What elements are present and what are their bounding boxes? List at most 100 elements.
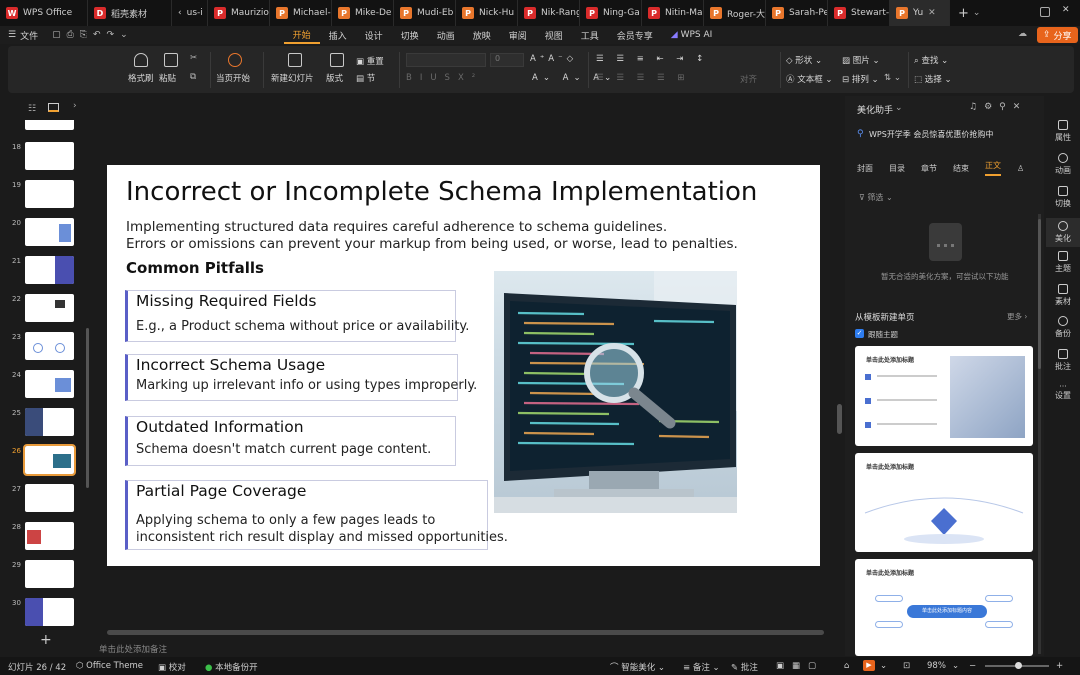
tab-doc[interactable]: P Mudi-Eb (394, 0, 456, 26)
font-name-select[interactable] (406, 53, 486, 67)
tab-doc[interactable]: P Stewart- (828, 0, 890, 26)
copy-icon[interactable]: ⧉ (190, 72, 196, 82)
slide-thumbnail-partial[interactable] (25, 120, 74, 130)
slide-thumbnail[interactable]: 21 (0, 256, 92, 288)
tab-doc[interactable]: P Maurizio (208, 0, 270, 26)
tab-doc[interactable]: ‹ us-i (172, 0, 208, 26)
slide-canvas[interactable]: Incorrect or Incomplete Schema Implement… (107, 165, 820, 566)
panel-title[interactable]: 美化助手 (857, 103, 893, 116)
font-size-adjust-icons[interactable]: A⁺A⁻◇ (530, 54, 577, 64)
tab-doc[interactable]: P Michael- (270, 0, 332, 26)
find-button[interactable]: ⌕ 查找 ⌄ (914, 54, 948, 66)
horizontal-scrollbar[interactable] (107, 630, 824, 635)
promo-text[interactable]: WPS开学季 会员惊喜优惠价抢购中 (869, 129, 993, 140)
person-icon[interactable]: ♙ (1017, 164, 1024, 173)
menu-file[interactable]: 文件 (20, 29, 38, 42)
menu-tab-animation[interactable]: 动画 (428, 29, 464, 42)
slide-thumbnail-selected[interactable]: 26 (0, 444, 92, 478)
template-card[interactable]: 单击此处添加标题 (855, 453, 1033, 552)
window-restore-icon[interactable] (1040, 7, 1050, 17)
slide-intro-line-2[interactable]: Errors or omissions can prevent your mar… (126, 236, 738, 252)
add-slide-icon[interactable]: + (40, 632, 52, 648)
filter-button[interactable]: ⊽ 筛选 ⌄ (859, 192, 893, 203)
chevron-down-icon[interactable]: ⌄ (895, 103, 903, 113)
notes-button[interactable]: ≡ 备注 ⌄ (683, 661, 720, 673)
close-icon[interactable]: ✕ (928, 8, 936, 18)
sidebar-item-animation[interactable]: 动画 (1046, 153, 1080, 176)
cloud-sync-icon[interactable]: ☁ (1018, 29, 1027, 39)
slide-title[interactable]: Incorrect or Incomplete Schema Implement… (126, 177, 757, 207)
share-button[interactable]: ⇪ 分享 (1037, 27, 1078, 43)
quick-access-icons[interactable]: ▢⎙⎘↶↷⌄ (52, 30, 134, 40)
template-card[interactable]: 单击此处添加标题 (855, 346, 1033, 446)
present-icon[interactable]: ⌂ (844, 661, 849, 671)
paragraph-icons[interactable]: ☰ ☰ ≡ ⇤ ⇥ ↕ (596, 54, 708, 64)
window-close-icon[interactable]: ✕ (1062, 5, 1070, 15)
menu-tab-tools[interactable]: 工具 (572, 29, 608, 42)
sidebar-item-beautify[interactable]: 美化 (1046, 218, 1080, 247)
theme-indicator[interactable]: ⬡ Office Theme (76, 661, 143, 671)
local-backup-status[interactable]: ● 本地备份开 (205, 661, 258, 673)
slide-thumbnail[interactable]: 28 (0, 522, 92, 554)
zoom-slider-handle[interactable] (1015, 662, 1022, 669)
shape-button[interactable]: ◇ 形状 ⌄ (786, 54, 822, 66)
sidebar-item-backup[interactable]: 备份 (1046, 316, 1080, 339)
tab-doc[interactable]: P Roger-大 (704, 0, 766, 26)
sidebar-item-theme[interactable]: 主题 (1046, 251, 1080, 274)
wps-ai-button[interactable]: ◢ WPS AI (662, 30, 722, 40)
slide-view-icon[interactable] (48, 103, 59, 112)
text-direction-icon[interactable]: ⇅ ⌄ (884, 73, 901, 83)
cut-icon[interactable]: ✂ (190, 53, 197, 63)
chevron-left-icon[interactable]: ‹ (178, 8, 182, 18)
fit-window-icon[interactable]: ⊡ (903, 661, 910, 671)
pitfall-card[interactable]: Partial Page Coverage Applying schema to… (125, 480, 508, 550)
sidebar-item-settings[interactable]: ··· 设置 (1046, 382, 1080, 401)
panel-tab-contents[interactable]: 目录 (889, 163, 905, 174)
menu-tab-member[interactable]: 会员专享 (608, 29, 662, 42)
menu-tab-view[interactable]: 视图 (536, 29, 572, 42)
menu-tab-insert[interactable]: 插入 (320, 29, 356, 42)
chevron-down-icon[interactable]: ⌄ (952, 661, 959, 671)
select-button[interactable]: ⬚ 选择 ⌄ (914, 73, 952, 85)
template-card[interactable]: 单击此处添加标题 单击此处添加标题内容 (855, 559, 1033, 656)
arrange-button[interactable]: ⊟ 排列 ⌄ (842, 73, 879, 85)
panel-tab-body[interactable]: 正文 (985, 160, 1001, 176)
align-button[interactable]: 对齐 (740, 73, 757, 85)
slide-thumbnail[interactable]: 27 (0, 484, 92, 516)
picture-button[interactable]: ▨ 图片 ⌄ (842, 54, 880, 66)
alignment-icons[interactable]: ☰ ☰ ☰ ☰ ⊞ (596, 73, 689, 83)
tab-active-doc[interactable]: P Yu ✕ (890, 0, 950, 26)
layout-button[interactable]: 版式 (326, 72, 343, 84)
tab-doc[interactable]: P Nick-Hu (456, 0, 518, 26)
textbox-button[interactable]: Ⓐ 文本框 ⌄ (786, 73, 833, 85)
follow-theme-checkbox[interactable]: ✓ (855, 329, 864, 338)
slide-thumbnail[interactable]: 23 (0, 332, 92, 364)
slide-thumbnail[interactable]: 29 (0, 560, 92, 592)
outline-view-icon[interactable]: ☷ (28, 104, 36, 114)
hamburger-menu-icon[interactable]: ☰ (8, 30, 16, 40)
zoom-slider[interactable] (985, 662, 1049, 669)
tab-doc[interactable]: P Ning-Ga (580, 0, 642, 26)
tab-wps-office[interactable]: W WPS Office (0, 0, 88, 26)
chevron-down-icon[interactable]: ⌄ (880, 661, 887, 671)
panel-tab-chapter[interactable]: 章节 (921, 163, 937, 174)
zoom-out-icon[interactable]: − (969, 661, 976, 671)
chevron-down-icon[interactable]: ⌄ (973, 8, 981, 18)
proofing-button[interactable]: ▣ 校对 (158, 661, 186, 673)
sidebar-item-assets[interactable]: 素材 (1046, 284, 1080, 307)
smart-beautify-button[interactable]: ⌒ 智能美化 ⌄ (610, 661, 665, 673)
sidebar-item-comments[interactable]: 批注 (1046, 349, 1080, 372)
sidebar-item-properties[interactable]: 属性 (1046, 120, 1080, 143)
menu-tab-review[interactable]: 审阅 (500, 29, 536, 42)
more-link[interactable]: 更多 › (1007, 311, 1027, 322)
zoom-level[interactable]: 98% (927, 661, 946, 671)
pitfalls-heading[interactable]: Common Pitfalls (126, 259, 264, 277)
zoom-in-icon[interactable]: + (1056, 661, 1063, 671)
panel-tab-cover[interactable]: 封面 (857, 163, 873, 174)
slide-thumbnail[interactable]: 24 (0, 370, 92, 402)
slide-thumbnail[interactable]: 18 (0, 142, 92, 174)
new-slide-button[interactable]: 新建幻灯片 (271, 72, 314, 84)
format-painter-button[interactable]: 格式刷 (128, 72, 154, 84)
notes-placeholder[interactable]: 单击此处添加备注 (99, 643, 167, 655)
font-size-select[interactable]: 0 (490, 53, 524, 67)
